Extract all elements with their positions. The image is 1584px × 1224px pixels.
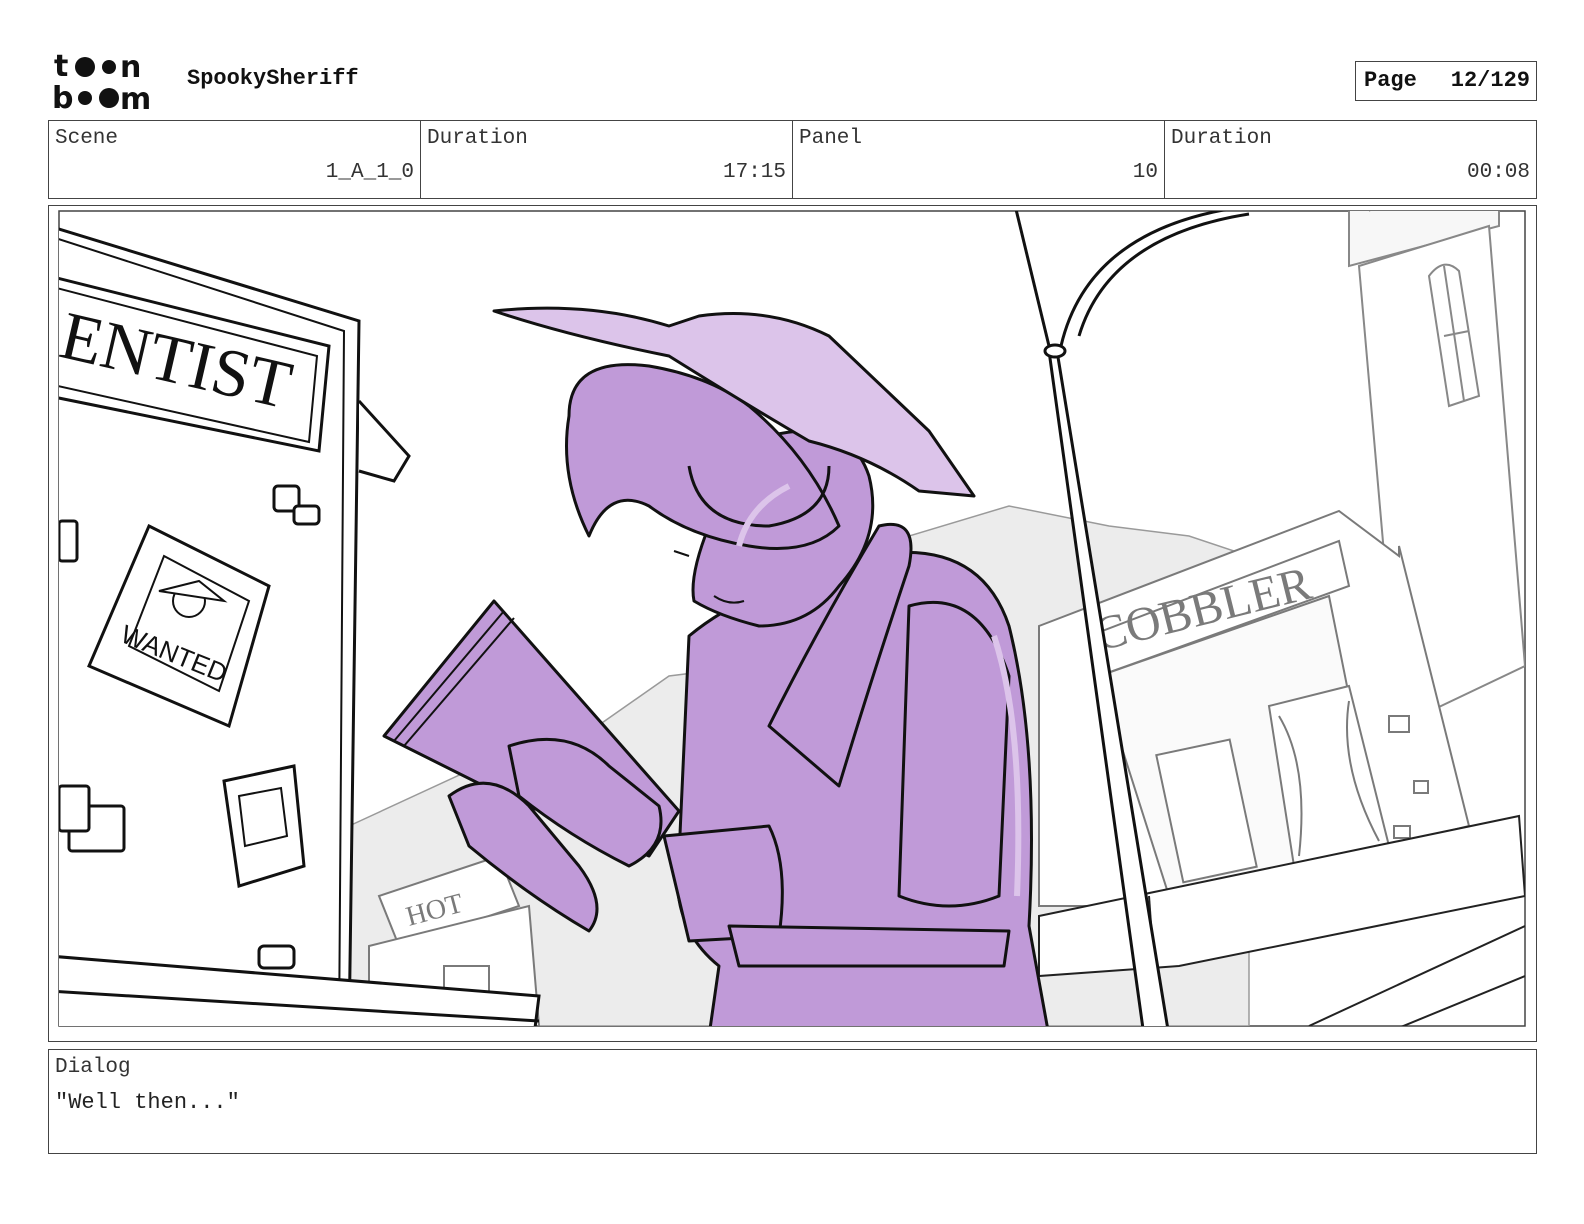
toon-boom-logo: t n b m [52, 49, 164, 117]
logo-m: m [120, 82, 151, 112]
logo-dot [78, 91, 92, 105]
logo-b: b [52, 81, 73, 112]
panel-drawing: COBBLER HOT ENTIST WANTED [58, 210, 1526, 1027]
scene-value: 1_A_1_0 [325, 161, 414, 184]
panel-duration-value: 00:08 [1466, 161, 1530, 184]
panel-value: 10 [1132, 161, 1158, 184]
panel-image-frame: COBBLER HOT ENTIST WANTED [48, 205, 1537, 1042]
scene-duration-label: Duration [427, 127, 528, 150]
storyboard-info-table: Scene 1_A_1_0 Duration 17:15 Panel 10 Du… [48, 120, 1537, 199]
panel-cell: Panel 10 [793, 121, 1165, 198]
scene-cell: Scene 1_A_1_0 [49, 121, 421, 198]
logo-n: n [120, 50, 141, 85]
logo-dot [102, 60, 116, 74]
panel-duration-cell: Duration 00:08 [1165, 121, 1536, 198]
scene-duration-value: 17:15 [722, 161, 786, 184]
panel-label: Panel [799, 127, 863, 150]
logo-t: t [54, 50, 68, 84]
dialog-text: "Well then..." [55, 1090, 240, 1115]
page-label: Page [1364, 68, 1417, 93]
scene-label: Scene [55, 127, 119, 150]
logo-dot [75, 57, 95, 77]
dialog-label: Dialog [55, 1056, 131, 1079]
dialog-box: Dialog "Well then..." [48, 1049, 1537, 1154]
page-indicator: Page 12/129 [1355, 61, 1537, 101]
logo-dot [99, 88, 119, 108]
project-title: SpookySheriff [187, 66, 359, 91]
page-number: 12/129 [1450, 68, 1530, 93]
scene-duration-cell: Duration 17:15 [421, 121, 793, 198]
panel-duration-label: Duration [1171, 127, 1272, 150]
